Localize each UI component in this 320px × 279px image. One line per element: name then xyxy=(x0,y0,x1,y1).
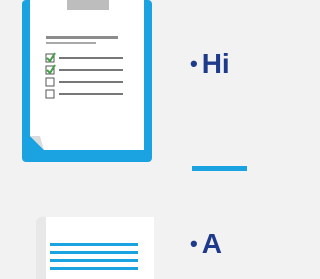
bullet-text-1: Hi xyxy=(201,48,230,79)
bullet-dot: • xyxy=(190,51,198,76)
bullet-dot: • xyxy=(190,231,198,256)
divider-line xyxy=(192,166,247,171)
bullet-item-2: • A xyxy=(190,230,222,258)
bullet-text-2: A xyxy=(201,228,222,259)
clipboard-checklist-icon xyxy=(22,0,152,162)
bullet-item-1: • Hi xyxy=(190,50,230,78)
document-lines-icon xyxy=(36,216,154,279)
